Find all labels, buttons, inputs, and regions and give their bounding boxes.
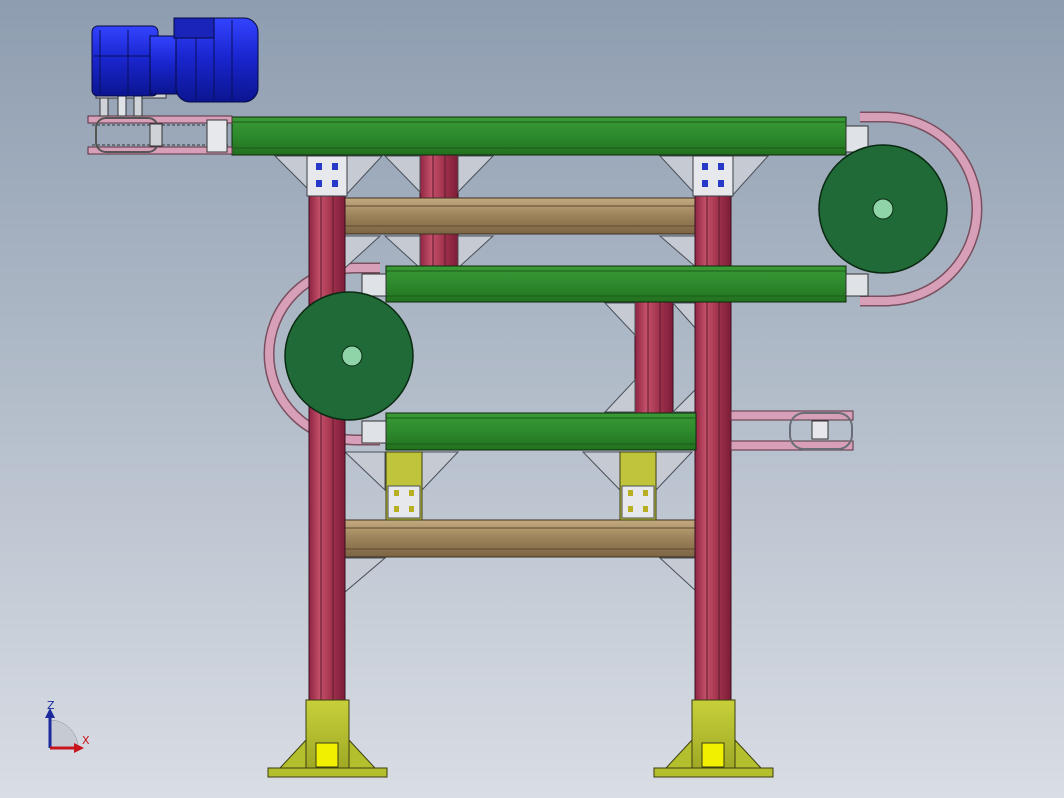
frame-leg-right	[692, 155, 734, 703]
cross-beam-upper	[344, 197, 698, 235]
coordinate-triad	[45, 708, 84, 753]
base-foot-left	[267, 699, 388, 778]
conveyor-assembly-drawing	[45, 17, 983, 778]
middle-conveyor	[361, 265, 869, 303]
drive-pulley-right	[818, 144, 948, 274]
base-foot-right	[653, 699, 774, 778]
cross-beam-lower	[344, 519, 698, 558]
mid-post	[634, 299, 674, 417]
return-pulley-left	[284, 291, 414, 421]
lower-conveyor	[361, 412, 697, 451]
cad-viewport[interactable]: Z X	[0, 0, 1064, 798]
discharge-chain-right	[730, 410, 854, 451]
axis-x-label: X	[82, 734, 90, 747]
upper-conveyor	[231, 116, 869, 156]
motor-gearbox	[91, 17, 259, 117]
frame-leg-left	[306, 155, 348, 703]
axis-z-label: Z	[47, 699, 55, 712]
drive-chain-left	[87, 115, 233, 155]
